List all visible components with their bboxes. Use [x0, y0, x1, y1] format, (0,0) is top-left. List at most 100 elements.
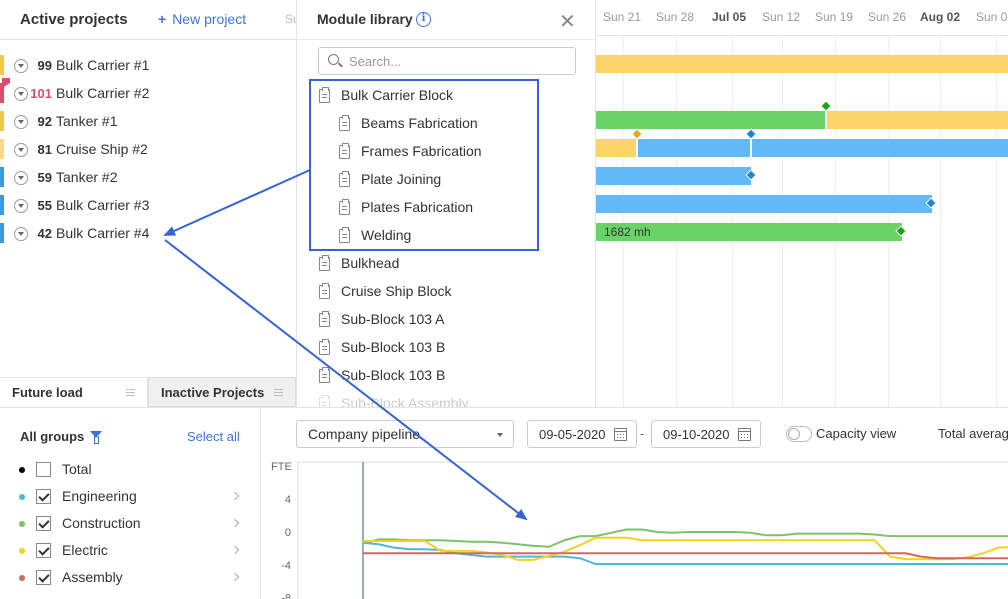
group-row[interactable]: Assembly [0, 565, 260, 591]
project-name: Bulk Carrier #4 [56, 225, 150, 241]
gantt-bar[interactable] [596, 167, 751, 185]
timeline-gridline [623, 36, 624, 407]
search-icon [328, 54, 339, 65]
capacity-view-label: Capacity view [816, 426, 897, 441]
chevron-down-icon [497, 433, 503, 437]
project-row[interactable]: 101 Bulk Carrier #2 [0, 78, 296, 108]
close-icon[interactable]: ✕ [559, 9, 576, 34]
bottom-tabs: Inactive Projects Future load [0, 377, 296, 407]
gantt-bar[interactable] [596, 195, 932, 213]
chevron-down-icon[interactable] [14, 59, 28, 73]
filter-icon[interactable] [90, 431, 102, 444]
future-load-panel: All groups Select all Total Engineering Co… [0, 407, 1008, 599]
date-from-value: 09-05-2020 [539, 427, 606, 442]
tab-inactive-projects-label: Inactive Projects [161, 385, 265, 400]
gantt-bar[interactable] [596, 139, 636, 157]
chevron-right-icon[interactable] [230, 491, 240, 501]
group-checkbox[interactable] [36, 489, 51, 504]
chevron-down-icon[interactable] [14, 227, 28, 241]
chevron-down-icon[interactable] [14, 199, 28, 213]
group-checkbox[interactable] [36, 516, 51, 531]
project-color-bar [0, 167, 4, 187]
project-color-bar [0, 139, 4, 159]
project-row[interactable]: 59 Tanker #2 [0, 164, 296, 192]
new-project-button[interactable]: + New project [158, 11, 246, 27]
project-row[interactable]: 55 Bulk Carrier #3 [0, 192, 296, 220]
gantt-chart: Sun 21 Sun 28 Jul 05 Sun 12 Sun 19 Sun 26 Aug … [596, 0, 1008, 407]
milestone-diamond-icon[interactable] [631, 128, 643, 140]
gantt-bar[interactable] [596, 111, 826, 129]
group-label: Construction [62, 515, 141, 531]
tab-inactive-projects[interactable]: Inactive Projects [148, 377, 296, 407]
project-row[interactable]: 99 Bulk Carrier #1 [0, 52, 296, 80]
project-row[interactable]: 81 Cruise Ship #2 [0, 136, 296, 164]
group-checkbox[interactable] [36, 462, 51, 477]
info-icon[interactable]: i [416, 12, 431, 27]
chevron-right-icon[interactable] [230, 545, 240, 555]
chevron-right-icon[interactable] [230, 518, 240, 528]
timeline-date-label: Sun 19 [815, 10, 854, 24]
project-number: 55 [37, 198, 52, 213]
date-to-field[interactable]: 09-10-2020 [651, 420, 761, 448]
timeline-gridline [835, 36, 836, 407]
project-name: Cruise Ship #2 [56, 141, 148, 157]
project-color-bar [0, 111, 4, 131]
group-checkbox[interactable] [36, 570, 51, 585]
project-row[interactable]: 42 Bulk Carrier #4 [0, 220, 296, 248]
chevron-down-icon[interactable] [14, 171, 28, 185]
new-project-label: New project [172, 11, 247, 27]
y-tick-label: -4 [281, 560, 291, 572]
date-from-field[interactable]: 09-05-2020 [527, 420, 637, 448]
module-search-box[interactable] [318, 47, 576, 75]
module-item-label: Sub-Block 103 B [341, 339, 446, 355]
timeline-date-label: Sun 12 [762, 10, 801, 24]
y-tick-label: 4 [285, 494, 291, 506]
project-name: Bulk Carrier #2 [56, 85, 150, 101]
future-load-chart: FTE 4 0 -4 -8 [271, 461, 1008, 599]
group-checkbox[interactable] [36, 543, 51, 558]
clipboard-icon [319, 255, 330, 271]
group-row[interactable]: Electric [0, 538, 260, 564]
menu-icon[interactable] [126, 389, 135, 390]
calendar-icon[interactable] [614, 428, 627, 441]
select-all-link[interactable]: Select all [187, 429, 240, 444]
pipeline-select[interactable]: Company pipeline [296, 420, 514, 448]
timeline-gridline [888, 36, 889, 407]
group-row[interactable]: Construction [0, 511, 260, 537]
gantt-timeline-header: Sun 21 Sun 28 Jul 05 Sun 12 Sun 19 Sun 26 Aug … [596, 0, 1008, 36]
all-groups-label: All groups [20, 429, 85, 444]
project-color-bar [0, 195, 4, 215]
capacity-view-toggle[interactable] [786, 426, 812, 442]
module-search-input[interactable] [349, 52, 569, 70]
group-row[interactable]: Total [0, 457, 260, 483]
projects-title: Active projects [20, 11, 128, 28]
gantt-bar[interactable] [826, 111, 1008, 129]
chevron-right-icon[interactable] [230, 572, 240, 582]
legend-dot [19, 467, 25, 473]
chevron-down-icon[interactable] [14, 115, 28, 129]
project-row[interactable]: 92 Tanker #1 [0, 108, 296, 136]
tab-future-load[interactable]: Future load [0, 377, 148, 407]
gantt-bar[interactable] [636, 139, 1008, 157]
pipeline-select-value: Company pipeline [308, 426, 421, 442]
calendar-icon[interactable] [738, 428, 751, 441]
milestone-diamond-icon[interactable] [820, 100, 832, 112]
group-row[interactable]: Engineering [0, 484, 260, 510]
gantt-bar[interactable]: 1682 mh [596, 223, 902, 241]
timeline-date-label: Sun 09 [976, 10, 1008, 24]
gantt-bar[interactable] [596, 55, 1008, 73]
y-tick-label: -8 [281, 593, 291, 599]
module-item-label: Sub-Block 103 A [341, 311, 445, 327]
flag-icon [2, 78, 10, 88]
tab-future-load-label: Future load [12, 385, 83, 400]
series-line-construction [362, 528, 1008, 548]
project-number: 92 [37, 114, 52, 129]
timeline-date-label: Sun 26 [868, 10, 907, 24]
project-number: 99 [37, 58, 52, 73]
chevron-down-icon[interactable] [14, 87, 28, 101]
menu-icon[interactable] [274, 389, 283, 390]
chevron-down-icon[interactable] [14, 143, 28, 157]
legend-dot [19, 548, 25, 554]
y-tick-label: 0 [285, 527, 291, 539]
milestone-diamond-icon[interactable] [745, 128, 757, 140]
